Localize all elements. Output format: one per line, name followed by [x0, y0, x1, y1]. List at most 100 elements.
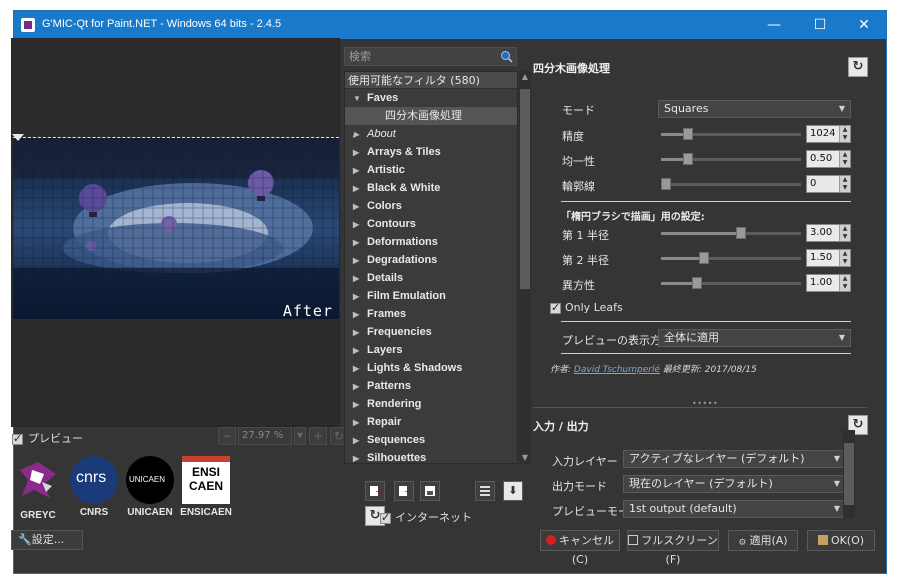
- anisotropy-slider[interactable]: [661, 277, 801, 289]
- io-scrollbar[interactable]: [843, 430, 855, 518]
- add-fave-button[interactable]: +: [365, 481, 385, 501]
- only-leafs-checkbox[interactable]: Only Leafs: [550, 301, 623, 314]
- precision-spinbox[interactable]: 1024 ▲ ▼: [806, 125, 851, 143]
- zoom-value-field[interactable]: 27.97 %: [238, 427, 292, 445]
- ok-button[interactable]: OK(O): [807, 530, 875, 551]
- scroll-up-icon[interactable]: ▲: [519, 71, 531, 83]
- close-button[interactable]: ✕: [842, 11, 886, 39]
- spin-arrows-icon[interactable]: ▲ ▼: [839, 225, 850, 241]
- tree-item[interactable]: ▶ Lights & Shadows: [345, 359, 517, 377]
- tree-item[interactable]: ▶ Film Emulation: [345, 287, 517, 305]
- filter-search-input[interactable]: 検索: [344, 47, 517, 66]
- collapse-arrow-icon[interactable]: ▶: [353, 216, 367, 234]
- tree-item[interactable]: ▶ Repair: [345, 413, 517, 431]
- expand-collapse-button[interactable]: [475, 481, 495, 501]
- collapse-arrow-icon[interactable]: ▶: [353, 234, 367, 252]
- slider-handle[interactable]: [661, 178, 671, 190]
- radius1-slider[interactable]: [661, 227, 801, 239]
- zoom-out-button[interactable]: −: [218, 427, 236, 445]
- tree-item[interactable]: ▶ Frames: [345, 305, 517, 323]
- collapse-arrow-icon[interactable]: ▶: [353, 414, 367, 432]
- tree-item[interactable]: ▶ Details: [345, 269, 517, 287]
- collapse-arrow-icon[interactable]: ▶: [353, 252, 367, 270]
- internet-checkbox[interactable]: インターネット: [380, 509, 472, 525]
- slider-handle[interactable]: [699, 252, 709, 264]
- collapse-arrow-icon[interactable]: ▶: [353, 324, 367, 342]
- preview-checkbox[interactable]: プレビュー: [12, 430, 83, 446]
- maximize-button[interactable]: ☐: [798, 11, 842, 39]
- splitter-grip-icon[interactable]: • • • • •: [692, 399, 718, 408]
- filter-tree-scrollbar[interactable]: ▲ ▼: [519, 71, 531, 464]
- tree-item[interactable]: ▶ Artistic: [345, 161, 517, 179]
- collapse-arrow-icon[interactable]: ▶: [353, 288, 367, 306]
- filter-tree-header[interactable]: 使用可能なフィルタ (580): [345, 72, 517, 89]
- spin-arrows-icon[interactable]: ▲ ▼: [839, 250, 850, 266]
- preview-method-select[interactable]: 全体に適用 ▼: [658, 329, 851, 347]
- tree-item-quadtree[interactable]: 四分木画像処理: [345, 107, 517, 125]
- collapse-arrow-icon[interactable]: ▶: [353, 360, 367, 378]
- spin-arrows-icon[interactable]: ▲ ▼: [839, 275, 850, 291]
- tree-item[interactable]: ▶ Degradations: [345, 251, 517, 269]
- rename-fave-button[interactable]: [420, 481, 440, 501]
- tree-item[interactable]: ▶ Deformations: [345, 233, 517, 251]
- tree-item[interactable]: ▶ Arrays & Tiles: [345, 143, 517, 161]
- collapse-arrow-icon[interactable]: ▶: [353, 342, 367, 360]
- homogeneity-slider[interactable]: [661, 153, 801, 165]
- tree-item[interactable]: ▶ Patterns: [345, 377, 517, 395]
- homogeneity-spinbox[interactable]: 0.50 ▲ ▼: [806, 150, 851, 168]
- slider-handle[interactable]: [683, 128, 693, 140]
- collapse-arrow-icon[interactable]: ▶: [353, 378, 367, 396]
- zoom-in-button[interactable]: +: [309, 427, 327, 445]
- output-mode-select[interactable]: 現在のレイヤー (デフォルト) ▼: [623, 475, 846, 493]
- search-icon[interactable]: [500, 50, 513, 63]
- only-leafs-checkbox-box[interactable]: [550, 301, 561, 314]
- scrollbar-thumb[interactable]: [520, 89, 530, 289]
- slider-handle[interactable]: [736, 227, 746, 239]
- tree-item[interactable]: ▶ Black & White: [345, 179, 517, 197]
- reset-params-button[interactable]: ↻: [848, 57, 868, 77]
- collapse-arrow-icon[interactable]: ▶: [353, 162, 367, 180]
- collapse-arrow-icon[interactable]: ▶: [353, 198, 367, 216]
- expand-arrow-icon[interactable]: ▼: [353, 90, 367, 108]
- mode-select[interactable]: Squares ▼: [658, 100, 851, 118]
- fullscreen-button[interactable]: フルスクリーン(F): [627, 530, 719, 566]
- spin-arrows-icon[interactable]: ▲ ▼: [839, 126, 850, 142]
- spin-arrows-icon[interactable]: ▲ ▼: [839, 176, 850, 192]
- anisotropy-spinbox[interactable]: 1.00 ▲ ▼: [806, 274, 851, 292]
- outline-spinbox[interactable]: 0 ▲ ▼: [806, 175, 851, 193]
- internet-checkbox-box[interactable]: [380, 511, 391, 524]
- settings-button[interactable]: 🔧設定...: [11, 530, 83, 550]
- tree-item[interactable]: ▶ Silhouettes: [345, 449, 517, 463]
- collapse-arrow-icon[interactable]: ▶: [353, 306, 367, 324]
- author-link[interactable]: David Tschumperlé: [574, 365, 660, 375]
- download-filters-button[interactable]: ⬇: [503, 481, 523, 501]
- scrollbar-thumb[interactable]: [844, 443, 854, 505]
- cancel-button[interactable]: キャンセル(C): [540, 530, 620, 566]
- collapse-arrow-icon[interactable]: ▶: [353, 396, 367, 414]
- collapse-arrow-icon[interactable]: ▶: [353, 180, 367, 198]
- apply-button[interactable]: ⚙ 適用(A): [728, 530, 798, 551]
- slider-handle[interactable]: [683, 153, 693, 165]
- outline-slider[interactable]: [661, 178, 801, 190]
- tree-item[interactable]: ▶ Frequencies: [345, 323, 517, 341]
- tree-item-about[interactable]: ▶ About: [345, 125, 517, 143]
- minimize-button[interactable]: —: [752, 11, 796, 39]
- preview-checkbox-box[interactable]: [12, 432, 23, 445]
- collapse-arrow-icon[interactable]: ▶: [353, 450, 367, 463]
- title-bar[interactable]: G'MIC-Qt for Paint.NET - Windows 64 bits…: [14, 11, 886, 39]
- collapse-arrow-icon[interactable]: ▶: [353, 270, 367, 288]
- tree-item[interactable]: ▶ Rendering: [345, 395, 517, 413]
- slider-handle[interactable]: [692, 277, 702, 289]
- filter-tree[interactable]: 使用可能なフィルタ (580) ▼ Faves 四分木画像処理 ▶ About ▶ A…: [344, 71, 518, 464]
- input-layer-select[interactable]: アクティブなレイヤー (デフォルト) ▼: [623, 450, 846, 468]
- tree-item-faves[interactable]: ▼ Faves: [345, 89, 517, 107]
- spin-arrows-icon[interactable]: ▲ ▼: [839, 151, 850, 167]
- preview-image[interactable]: [13, 138, 339, 319]
- collapse-arrow-icon[interactable]: ▶: [353, 126, 367, 144]
- collapse-arrow-icon[interactable]: ▶: [353, 432, 367, 450]
- scroll-down-icon[interactable]: ▼: [519, 452, 531, 464]
- tree-item[interactable]: ▶ Layers: [345, 341, 517, 359]
- radius1-spinbox[interactable]: 3.00 ▲ ▼: [806, 224, 851, 242]
- precision-slider[interactable]: [661, 128, 801, 140]
- preview-split-line[interactable]: [13, 137, 339, 138]
